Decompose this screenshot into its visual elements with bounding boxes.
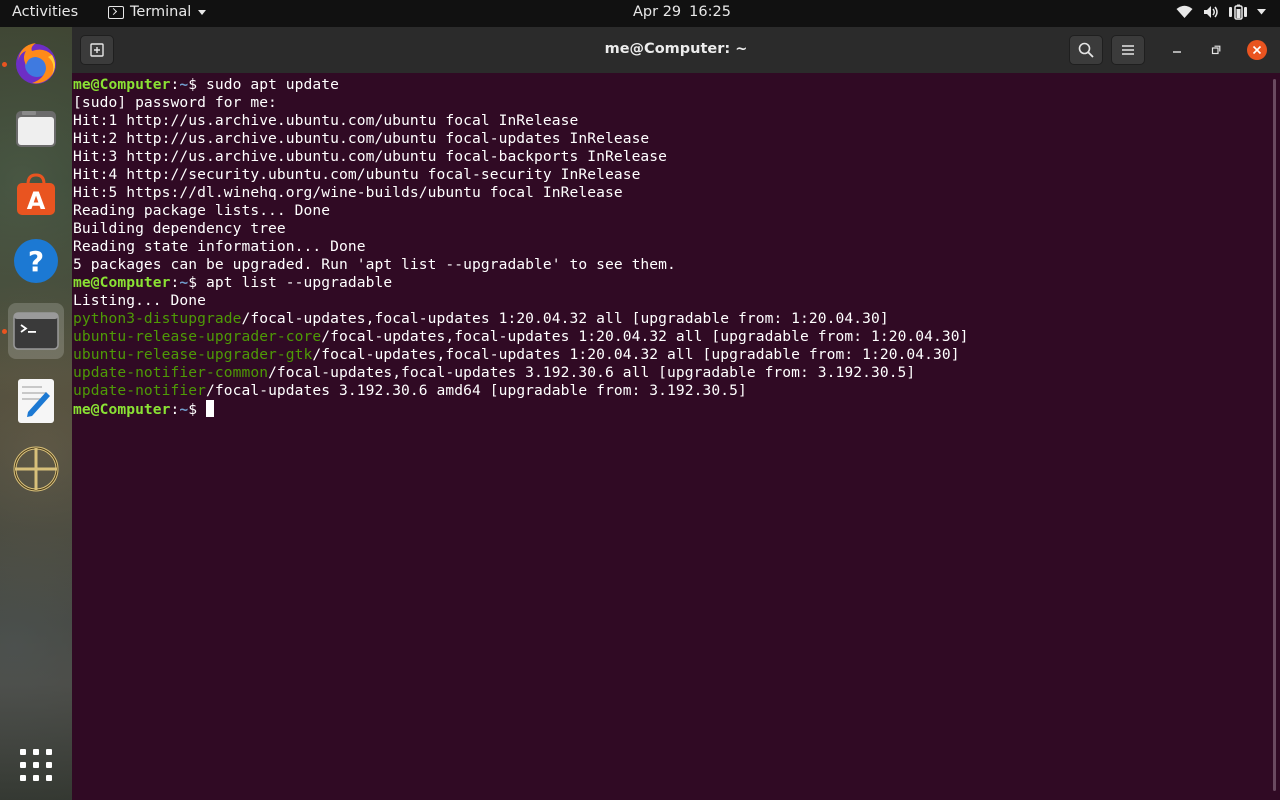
prompt-path: ~ xyxy=(179,274,189,291)
command-text: sudo apt update xyxy=(206,76,340,93)
package-details: /focal-updates,focal-updates 1:20.04.32 … xyxy=(312,346,960,363)
dock-item-ubuntu-software[interactable]: A xyxy=(8,167,64,223)
running-indicator xyxy=(2,329,7,334)
terminal-line: Hit:3 http://us.archive.ubuntu.com/ubunt… xyxy=(73,148,668,165)
hamburger-menu-icon xyxy=(1122,45,1134,55)
running-indicator xyxy=(2,62,7,67)
wifi-icon xyxy=(1176,5,1193,18)
package-name: update-notifier-common xyxy=(73,364,269,381)
package-details: /focal-updates,focal-updates 1:20.04.32 … xyxy=(321,328,969,345)
maximize-icon xyxy=(1211,45,1221,55)
terminal-line: update-notifier/focal-updates 3.192.30.6… xyxy=(73,382,1268,400)
svg-text:?: ? xyxy=(28,245,44,278)
firefox-icon xyxy=(16,43,56,84)
terminal-line: ubuntu-release-upgrader-gtk/focal-update… xyxy=(73,346,1268,364)
prompt-path: ~ xyxy=(179,76,189,93)
package-details: /focal-updates 3.192.30.6 amd64 [upgrada… xyxy=(206,382,747,399)
search-icon xyxy=(1078,42,1094,58)
terminal-line: Reading package lists... Done xyxy=(73,202,331,219)
terminal-line: ubuntu-release-upgrader-core/focal-updat… xyxy=(73,328,1268,346)
dock: A ? xyxy=(0,27,72,800)
package-name: ubuntu-release-upgrader-gtk xyxy=(73,346,313,363)
terminal-line: Reading state information... Done xyxy=(73,238,366,255)
terminal-output[interactable]: me@Computer:~$ sudo apt update [sudo] pa… xyxy=(72,73,1268,800)
terminal-line: me@Computer:~$ xyxy=(73,400,1268,418)
help-icon: ? xyxy=(14,239,58,283)
terminal-window: me@Computer: ~ me@Computer:~$ sudo apt u… xyxy=(72,27,1280,800)
text-editor-icon xyxy=(18,379,54,423)
terminal-line: me@Computer:~$ sudo apt update xyxy=(73,76,340,93)
terminal-line: Hit:1 http://us.archive.ubuntu.com/ubunt… xyxy=(73,112,579,129)
terminal-line: Hit:4 http://security.ubuntu.com/ubuntu … xyxy=(73,166,641,183)
volume-icon xyxy=(1204,6,1218,18)
dock-item-text-editor[interactable] xyxy=(8,373,64,429)
prompt-user: me@Computer xyxy=(73,76,171,93)
scrollbar-thumb[interactable] xyxy=(1273,79,1276,791)
terminal-line: [sudo] password for me: xyxy=(73,94,277,111)
hamburger-menu-button[interactable] xyxy=(1111,35,1145,65)
top-bar: Activities Terminal Apr 29 16:25 xyxy=(0,0,1280,27)
terminal-line: Listing... Done xyxy=(73,292,206,309)
package-details: /focal-updates,focal-updates 1:20.04.32 … xyxy=(241,310,889,327)
text-cursor xyxy=(206,400,215,417)
system-tray[interactable] xyxy=(1176,4,1266,20)
app-grid-icon xyxy=(20,749,52,781)
terminal-line: Hit:5 https://dl.winehq.org/wine-builds/… xyxy=(73,184,623,201)
scrollbar[interactable] xyxy=(1268,73,1280,800)
dock-item-wine[interactable] xyxy=(8,441,64,497)
minimize-button[interactable] xyxy=(1167,40,1187,60)
activities-button[interactable]: Activities xyxy=(12,4,78,20)
app-menu-label: Terminal xyxy=(130,4,192,20)
package-name: python3-distupgrade xyxy=(73,310,242,327)
terminal-line: Building dependency tree xyxy=(73,220,286,237)
terminal-icon xyxy=(13,312,59,350)
clock[interactable]: Apr 29 16:25 xyxy=(633,4,731,20)
files-icon xyxy=(16,111,56,147)
dock-item-firefox[interactable] xyxy=(8,35,64,91)
package-details: /focal-updates,focal-updates 3.192.30.6 … xyxy=(268,364,916,381)
show-applications-button[interactable] xyxy=(8,737,64,793)
terminal-line: update-notifier-common/focal-updates,foc… xyxy=(73,364,1268,382)
command-text: apt list --upgradable xyxy=(206,274,393,291)
terminal-line: Hit:2 http://us.archive.ubuntu.com/ubunt… xyxy=(73,130,650,147)
close-icon xyxy=(1252,45,1262,55)
battery-icon xyxy=(1229,4,1247,20)
terminal-line: 5 packages can be upgraded. Run 'apt lis… xyxy=(73,256,676,273)
dock-item-help[interactable]: ? xyxy=(8,233,64,289)
package-name: update-notifier xyxy=(73,382,206,399)
close-button[interactable] xyxy=(1247,40,1267,60)
title-bar[interactable]: me@Computer: ~ xyxy=(72,27,1280,73)
minimize-icon xyxy=(1173,51,1181,53)
clock-time: 16:25 xyxy=(689,4,731,20)
prompt-user: me@Computer xyxy=(73,274,171,291)
terminal-line: me@Computer:~$ apt list --upgradable xyxy=(73,274,393,291)
wine-icon xyxy=(13,446,59,492)
maximize-button[interactable] xyxy=(1206,40,1226,60)
prompt-path: ~ xyxy=(179,401,189,418)
prompt-user: me@Computer xyxy=(73,401,171,418)
search-button[interactable] xyxy=(1069,35,1103,65)
dock-item-files[interactable] xyxy=(8,101,64,157)
terminal-line: python3-distupgrade/focal-updates,focal-… xyxy=(73,310,1268,328)
package-name: ubuntu-release-upgrader-core xyxy=(73,328,322,345)
software-icon: A xyxy=(17,173,55,215)
chevron-down-icon xyxy=(198,9,207,15)
app-menu[interactable]: Terminal xyxy=(108,4,207,20)
svg-text:A: A xyxy=(27,187,46,215)
clock-date: Apr 29 xyxy=(633,4,682,20)
dock-item-terminal[interactable] xyxy=(8,303,64,359)
terminal-app-icon xyxy=(108,5,124,19)
power-menu-caret-icon xyxy=(1257,9,1266,15)
